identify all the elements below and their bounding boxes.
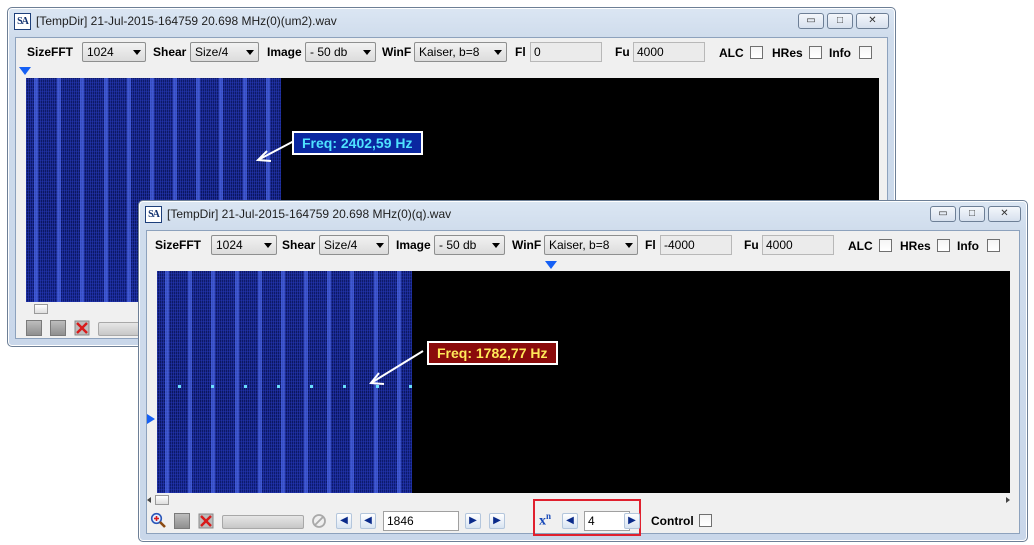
hres-checkbox[interactable] bbox=[937, 239, 950, 252]
sizefft-select[interactable]: 1024 bbox=[82, 42, 146, 62]
alc-checkbox[interactable] bbox=[879, 239, 892, 252]
maximize-button[interactable]: □ bbox=[827, 13, 853, 29]
title-bar[interactable]: SA [TempDir] 21-Jul-2015-164759 20.698 M… bbox=[14, 13, 889, 33]
winf-select[interactable]: Kaiser, b=8 bbox=[544, 235, 638, 255]
toolbar: SizeFFT 1024 Shear Size/4 Image - 50 db … bbox=[23, 42, 887, 64]
marker-icon[interactable] bbox=[545, 261, 557, 269]
decrement-button[interactable]: ◀ bbox=[562, 513, 578, 529]
increment-button[interactable]: ▶ bbox=[624, 513, 640, 529]
fl-field[interactable]: 0 bbox=[530, 42, 602, 62]
info-label: Info bbox=[829, 46, 851, 60]
close-button[interactable]: ✕ bbox=[856, 13, 889, 29]
winf-select[interactable]: Kaiser, b=8 bbox=[414, 42, 507, 62]
marker-icon[interactable] bbox=[147, 414, 155, 424]
fu-field[interactable]: 4000 bbox=[762, 235, 834, 255]
title-bar[interactable]: SA [TempDir] 21-Jul-2015-164759 20.698 M… bbox=[145, 206, 1021, 226]
hres-label: HRes bbox=[772, 46, 803, 60]
fu-label: Fu bbox=[744, 238, 759, 252]
step-back-button[interactable]: ◀ bbox=[336, 513, 352, 529]
shear-label: Shear bbox=[282, 238, 316, 252]
horizontal-scrollbar[interactable] bbox=[26, 303, 146, 315]
spectrogram[interactable]: Freq: 1782,77 Hz bbox=[157, 271, 1010, 493]
client-area: SizeFFT 1024 Shear Size/4 Image - 50 db … bbox=[146, 230, 1020, 536]
chevron-down-icon bbox=[133, 50, 141, 55]
next-button[interactable]: ▶ bbox=[465, 513, 481, 529]
shear-label: Shear bbox=[153, 45, 187, 59]
scrollbar-thumb[interactable] bbox=[155, 495, 169, 505]
chevron-down-icon bbox=[264, 243, 272, 248]
power-icon[interactable]: xn bbox=[539, 511, 551, 530]
frequency-readout: Freq: 1782,77 Hz bbox=[427, 341, 558, 365]
scroll-left-icon[interactable] bbox=[147, 497, 151, 503]
info-label: Info bbox=[957, 239, 979, 253]
minimize-button[interactable]: ▭ bbox=[798, 13, 824, 29]
chevron-down-icon bbox=[625, 243, 633, 248]
alc-label: ALC bbox=[848, 239, 873, 253]
fl-label: Fl bbox=[645, 238, 656, 252]
image-select[interactable]: - 50 db bbox=[305, 42, 376, 62]
alc-label: ALC bbox=[719, 46, 744, 60]
image-select[interactable]: - 50 db bbox=[434, 235, 505, 255]
position-field[interactable]: 1846 bbox=[383, 511, 459, 531]
fl-label: Fl bbox=[515, 45, 526, 59]
scroll-right-icon[interactable] bbox=[1006, 497, 1010, 503]
sizefft-label: SizeFFT bbox=[155, 238, 202, 252]
winf-label: WinF bbox=[512, 238, 542, 252]
maximize-button[interactable]: □ bbox=[959, 206, 985, 222]
control-checkbox[interactable] bbox=[699, 514, 712, 527]
shear-select[interactable]: Size/4 bbox=[319, 235, 389, 255]
alc-checkbox[interactable] bbox=[750, 46, 763, 59]
chevron-down-icon bbox=[246, 50, 254, 55]
progress-bar bbox=[222, 515, 304, 529]
stop-icon[interactable] bbox=[26, 320, 42, 336]
step-forward-button[interactable]: ▶ bbox=[489, 513, 505, 529]
sizefft-label: SizeFFT bbox=[27, 45, 74, 59]
record-icon[interactable] bbox=[50, 320, 66, 336]
fu-field[interactable]: 4000 bbox=[633, 42, 705, 62]
minimize-button[interactable]: ▭ bbox=[930, 206, 956, 222]
winf-label: WinF bbox=[382, 45, 412, 59]
window-title: [TempDir] 21-Jul-2015-164759 20.698 MHz(… bbox=[167, 207, 452, 221]
hres-label: HRes bbox=[900, 239, 931, 253]
hres-checkbox[interactable] bbox=[809, 46, 822, 59]
arrow-icon bbox=[369, 350, 424, 385]
marker-icon[interactable] bbox=[19, 67, 31, 75]
info-checkbox[interactable] bbox=[987, 239, 1000, 252]
disabled-icon[interactable] bbox=[311, 513, 327, 529]
scrollbar-thumb[interactable] bbox=[34, 304, 48, 314]
image-label: Image bbox=[267, 45, 302, 59]
spectrum-window-2[interactable]: SA [TempDir] 21-Jul-2015-164759 20.698 M… bbox=[138, 200, 1028, 542]
frequency-readout: Freq: 2402,59 Hz bbox=[292, 131, 423, 155]
app-icon: SA bbox=[14, 13, 31, 30]
info-checkbox[interactable] bbox=[859, 46, 872, 59]
shear-select[interactable]: Size/4 bbox=[190, 42, 259, 62]
close-button[interactable]: ✕ bbox=[988, 206, 1021, 222]
fl-field[interactable]: -4000 bbox=[660, 235, 732, 255]
control-label: Control bbox=[651, 514, 694, 528]
chevron-down-icon bbox=[492, 243, 500, 248]
chevron-down-icon bbox=[494, 50, 502, 55]
fu-label: Fu bbox=[615, 45, 630, 59]
cancel-icon[interactable] bbox=[74, 320, 90, 336]
chevron-down-icon bbox=[376, 243, 384, 248]
app-icon: SA bbox=[145, 206, 162, 223]
zoom-icon[interactable] bbox=[150, 512, 166, 528]
stop-icon[interactable] bbox=[174, 513, 190, 529]
toolbar: SizeFFT 1024 Shear Size/4 Image - 50 db … bbox=[154, 235, 1019, 257]
image-label: Image bbox=[396, 238, 431, 252]
window-title: [TempDir] 21-Jul-2015-164759 20.698 MHz(… bbox=[36, 14, 337, 28]
sizefft-select[interactable]: 1024 bbox=[211, 235, 277, 255]
cancel-icon[interactable] bbox=[198, 513, 214, 529]
chevron-down-icon bbox=[363, 50, 371, 55]
previous-button[interactable]: ◀ bbox=[360, 513, 376, 529]
